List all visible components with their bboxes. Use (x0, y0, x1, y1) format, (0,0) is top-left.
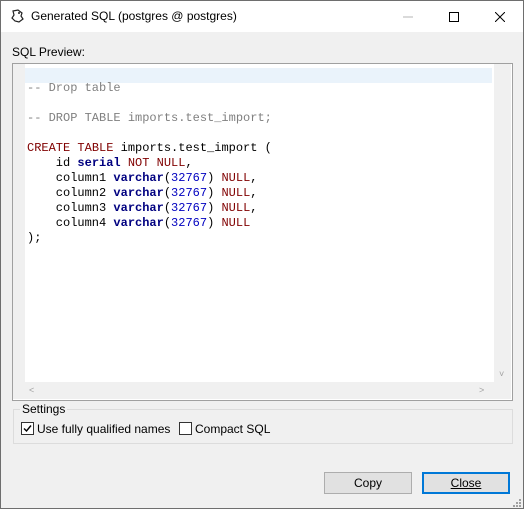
sql-line: column4 varchar(32767) NULL (27, 216, 251, 230)
copy-button[interactable]: Copy (324, 472, 412, 494)
sql-preview-editor[interactable]: -- Drop table -- DROP TABLE imports.test… (12, 63, 513, 401)
compact-sql-label[interactable]: Compact SQL (195, 422, 270, 436)
copy-button-label: Copy (353, 476, 382, 490)
sql-line: CREATE TABLE imports.test_import ( (27, 141, 272, 155)
maximize-button[interactable] (431, 1, 477, 32)
sql-line: column3 varchar(32767) NULL, (27, 201, 258, 215)
checkmark-icon (23, 425, 32, 433)
close-button-label: Close (450, 476, 482, 490)
close-icon (495, 11, 505, 22)
sql-line: -- Drop table (27, 81, 121, 95)
generated-sql-dialog: Generated SQL (postgres @ postgres) SQL … (0, 0, 524, 509)
use-fully-qualified-names-label[interactable]: Use fully qualified names (37, 422, 170, 436)
sql-line: column1 varchar(32767) NULL, (27, 171, 258, 185)
close-button[interactable]: Close (422, 472, 510, 494)
title-bar[interactable]: Generated SQL (postgres @ postgres) (1, 1, 523, 32)
sql-line: column2 varchar(32767) NULL, (27, 186, 258, 200)
close-window-button[interactable] (477, 1, 523, 32)
use-fully-qualified-names-checkbox[interactable] (21, 422, 34, 435)
maximize-icon (449, 11, 459, 22)
editor-gutter (13, 64, 25, 382)
resize-grip-icon[interactable] (510, 496, 522, 508)
horizontal-scrollbar[interactable]: < > (13, 382, 494, 399)
dbeaver-beaver-icon (11, 9, 24, 23)
minimize-button[interactable] (385, 1, 431, 32)
window-title: Generated SQL (postgres @ postgres) (31, 9, 237, 23)
scroll-down-arrow-icon[interactable]: ˅ (499, 370, 504, 379)
sql-code[interactable]: -- Drop table -- DROP TABLE imports.test… (27, 81, 272, 246)
vertical-scrollbar[interactable]: ˅ (494, 64, 511, 382)
sql-preview-label: SQL Preview: (12, 45, 85, 59)
scroll-right-arrow-icon[interactable]: > (479, 386, 484, 395)
scroll-corner (494, 382, 511, 399)
sql-line: id serial NOT NULL, (27, 156, 193, 170)
compact-sql-checkbox[interactable] (179, 422, 192, 435)
scroll-left-arrow-icon[interactable]: < (29, 386, 34, 395)
minimize-icon (403, 16, 413, 17)
sql-line: -- DROP TABLE imports.test_import; (27, 111, 272, 125)
settings-legend: Settings (20, 402, 68, 416)
sql-line: ); (27, 231, 42, 245)
